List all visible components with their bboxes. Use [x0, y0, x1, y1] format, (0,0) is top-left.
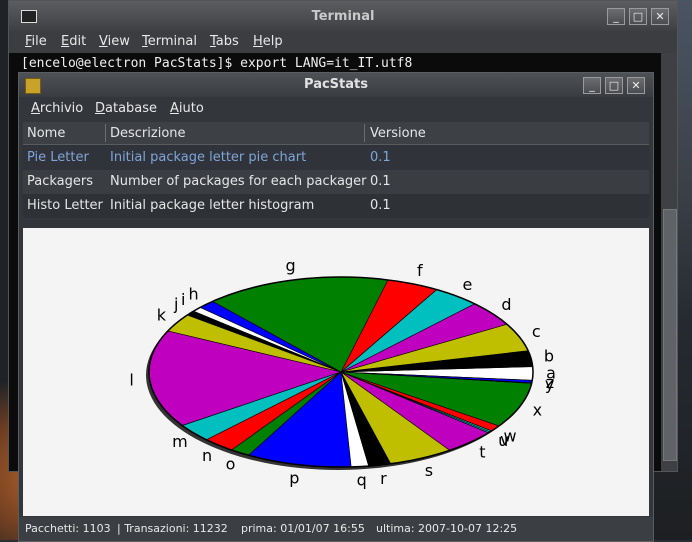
- menu-edit[interactable]: Edit: [61, 34, 86, 49]
- column-divider: [105, 124, 106, 142]
- terminal-close-button[interactable]: ✕: [651, 8, 669, 25]
- pie-label-t: t: [479, 443, 485, 462]
- column-header-nome[interactable]: Nome: [27, 126, 65, 141]
- status-packages: Pacchetti: 1103: [25, 522, 111, 535]
- column-header-descrizione[interactable]: Descrizione: [110, 126, 186, 141]
- pacstats-titlebar[interactable]: PacStats _ □ ✕: [19, 73, 653, 97]
- pie-label-g: g: [286, 256, 296, 275]
- pie-label-f: f: [417, 261, 423, 280]
- row-name: Pie Letter: [27, 150, 89, 165]
- menu-help[interactable]: Help: [253, 34, 283, 49]
- row-version: 0.1: [370, 174, 391, 189]
- table-header: Nome Descrizione Versione: [23, 122, 649, 145]
- column-divider: [364, 124, 365, 142]
- pacstats-menubar: Archivio Database Aiuto: [19, 97, 653, 121]
- row-description: Number of packages for each packager: [110, 174, 367, 189]
- pie-label-j: j: [173, 294, 178, 313]
- plugin-table: Nome Descrizione Versione Pie Letter Ini…: [23, 122, 649, 218]
- pie-label-i: i: [181, 290, 185, 309]
- terminal-scrollbar-thumb[interactable]: [663, 209, 677, 461]
- pie-label-x: x: [533, 401, 542, 420]
- terminal-title: Terminal: [311, 9, 375, 24]
- row-description: Initial package letter pie chart: [110, 150, 307, 165]
- menu-aiuto[interactable]: Aiuto: [170, 101, 204, 116]
- pie-label-w: w: [503, 427, 516, 446]
- pie-label-d: d: [501, 295, 511, 314]
- pie-label-h: h: [189, 284, 199, 303]
- pie-label-n: n: [202, 446, 212, 465]
- pacstats-minimize-button[interactable]: _: [583, 77, 601, 94]
- terminal-command-line: [encelo@electron PacStats]$ export LANG=…: [21, 56, 413, 71]
- column-header-versione[interactable]: Versione: [370, 126, 426, 141]
- pie-chart: abcdefghijklmn op q r stuvwxyz: [129, 256, 556, 490]
- menu-terminal[interactable]: Terminal: [142, 34, 197, 49]
- pie-chart-area: abcdefghijklmnopqrstuvwxyz: [23, 228, 649, 516]
- row-version: 0.1: [370, 150, 391, 165]
- pie-label-m: m: [172, 432, 188, 451]
- status-bar: Pacchetti: 1103 | Transazioni: 11232 pri…: [19, 517, 653, 541]
- pie-label-q: q: [357, 471, 367, 490]
- pie-label-e: e: [462, 275, 472, 294]
- row-version: 0.1: [370, 198, 391, 213]
- row-description: Initial package letter histogram: [110, 198, 315, 213]
- menu-archivio[interactable]: Archivio: [31, 101, 83, 116]
- pacstats-close-button[interactable]: ✕: [627, 77, 645, 94]
- pie-label-p: p: [289, 468, 299, 487]
- pie-label-b: b: [544, 347, 554, 366]
- terminal-maximize-button[interactable]: □: [629, 8, 647, 25]
- table-row[interactable]: Packagers Number of packages for each pa…: [23, 170, 649, 194]
- terminal-minimize-button[interactable]: _: [607, 8, 625, 25]
- pie-label-s: s: [425, 461, 433, 480]
- menu-view[interactable]: View: [99, 34, 130, 49]
- status-transactions: | Transazioni: 11232: [117, 522, 228, 535]
- pie-label-r: r: [380, 469, 387, 488]
- menu-tabs[interactable]: Tabs: [210, 34, 239, 49]
- pie-label-k: k: [157, 306, 167, 325]
- menu-file[interactable]: File: [25, 34, 47, 49]
- pie-label-z: z: [546, 373, 554, 392]
- table-row[interactable]: Pie Letter Initial package letter pie ch…: [23, 146, 649, 170]
- status-first: prima: 01/01/07 16:55: [241, 522, 365, 535]
- pie-label-o: o: [226, 455, 236, 474]
- row-name: Histo Letter: [27, 198, 103, 213]
- pie-label-l: l: [129, 370, 133, 389]
- menu-database[interactable]: Database: [95, 101, 157, 116]
- terminal-titlebar[interactable]: Terminal _ □ ✕: [9, 1, 677, 31]
- row-name: Packagers: [27, 174, 94, 189]
- pacstats-maximize-button[interactable]: □: [605, 77, 623, 94]
- pacstats-title: PacStats: [304, 77, 368, 92]
- terminal-scrollbar[interactable]: [661, 53, 677, 471]
- table-row[interactable]: Histo Letter Initial package letter hist…: [23, 194, 649, 218]
- pie-label-c: c: [532, 322, 541, 341]
- status-last: ultima: 2007-10-07 12:25: [376, 522, 518, 535]
- pacstats-window: PacStats _ □ ✕ Archivio Database Aiuto N…: [18, 72, 654, 542]
- terminal-menubar: File Edit View Terminal Tabs Help: [9, 31, 677, 53]
